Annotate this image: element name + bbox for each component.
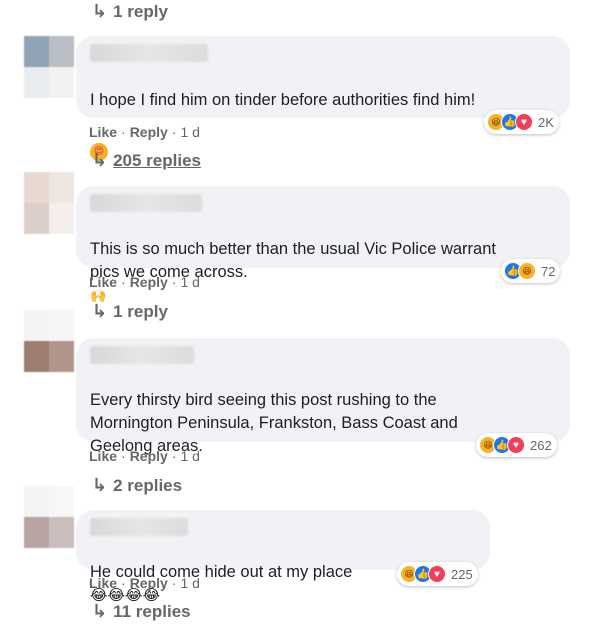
comment-text: This is so much better than the usual Vi… xyxy=(90,215,496,307)
replies-count-label: 1 reply xyxy=(113,1,168,21)
love-icon: ♥ xyxy=(515,113,533,131)
reply-arrow-icon: ↳ xyxy=(92,1,108,21)
reply-button[interactable]: Reply xyxy=(130,575,168,591)
view-replies-link[interactable]: ↳ 205 replies xyxy=(92,150,201,171)
reaction-count: 225 xyxy=(451,566,473,582)
reply-button[interactable]: Reply xyxy=(130,448,168,464)
replies-count-label: 2 replies xyxy=(113,475,183,495)
comment-bubble: Every thirsty bird seeing this post rush… xyxy=(76,338,570,455)
reaction-summary[interactable]: 👍 😆 72 xyxy=(501,259,561,283)
reaction-summary[interactable]: 😆 👍 ♥ 262 xyxy=(476,433,557,457)
timestamp[interactable]: 1 d xyxy=(180,448,199,464)
comment-actions: Like · Reply · 1 d xyxy=(89,274,200,290)
commenter-name-redacted xyxy=(90,346,194,364)
reply-button[interactable]: Reply xyxy=(130,124,168,140)
comment-text: I hope I find him on tinder before autho… xyxy=(90,66,475,161)
reaction-summary[interactable]: 😆 👍 ♥ 2K xyxy=(484,110,559,134)
haha-icon: 😆 xyxy=(518,262,536,280)
reply-button[interactable]: Reply xyxy=(130,274,168,290)
timestamp[interactable]: 1 d xyxy=(180,575,199,591)
comment-bubble: He could come hide out at my place 😂😂😂😂 xyxy=(76,510,490,604)
reaction-count: 72 xyxy=(541,263,556,279)
comment-bubble: I hope I find him on tinder before autho… xyxy=(76,36,570,161)
reply-arrow-icon: ↳ xyxy=(92,150,108,170)
comment-text-body: I hope I find him on tinder before autho… xyxy=(90,91,476,109)
replies-count-label: 205 replies xyxy=(113,150,201,170)
timestamp[interactable]: 1 d xyxy=(180,274,199,290)
comment-actions: Like · Reply · 1 d xyxy=(89,448,200,464)
comment-text: He could come hide out at my place 😂😂😂😂 xyxy=(90,538,352,607)
like-button[interactable]: Like xyxy=(89,575,117,591)
commenter-name-redacted xyxy=(90,44,208,62)
comment-actions: Like · Reply · 1 d xyxy=(89,575,200,591)
comment-bubble: This is so much better than the usual Vi… xyxy=(76,186,570,303)
reaction-count: 2K xyxy=(538,114,554,130)
commenter-name-redacted xyxy=(90,518,188,536)
avatar[interactable] xyxy=(24,172,74,234)
view-replies-link[interactable]: ↳ 1 reply xyxy=(92,301,168,322)
love-icon: ♥ xyxy=(428,565,446,583)
comment-text-body: Every thirsty bird seeing this post rush… xyxy=(90,391,458,455)
replies-count-label: 11 replies xyxy=(113,601,191,621)
reply-arrow-icon: ↳ xyxy=(92,301,108,321)
avatar[interactable] xyxy=(24,36,74,98)
view-replies-link[interactable]: ↳ 11 replies xyxy=(92,601,191,622)
replies-count-label: 1 reply xyxy=(113,301,168,321)
view-replies-link[interactable]: ↳ 1 reply xyxy=(92,1,168,22)
reply-arrow-icon: ↳ xyxy=(92,475,108,495)
commenter-name-redacted xyxy=(90,194,202,212)
reply-arrow-icon: ↳ xyxy=(92,601,108,621)
avatar[interactable] xyxy=(24,486,74,548)
reaction-count: 262 xyxy=(530,437,552,453)
love-icon: ♥ xyxy=(507,436,525,454)
comment-actions: Like · Reply · 1 d xyxy=(89,124,200,140)
like-button[interactable]: Like xyxy=(89,124,117,140)
view-replies-link[interactable]: ↳ 2 replies xyxy=(92,475,182,496)
reaction-summary[interactable]: 😆 👍 ♥ 225 xyxy=(397,562,478,586)
comment-text: Every thirsty bird seeing this post rush… xyxy=(90,366,458,458)
avatar[interactable] xyxy=(24,310,74,372)
like-button[interactable]: Like xyxy=(89,274,117,290)
timestamp[interactable]: 1 d xyxy=(180,124,199,140)
like-button[interactable]: Like xyxy=(89,448,117,464)
